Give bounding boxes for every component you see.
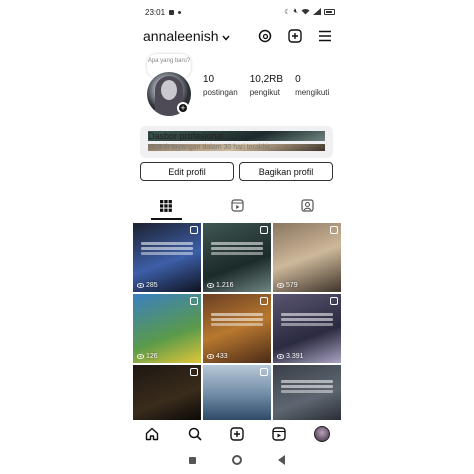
profile-section: Apa yang baru? + 10 postingan 10,2RB pen…: [145, 54, 335, 120]
tagged-icon: [301, 199, 314, 217]
recents-icon[interactable]: [189, 456, 196, 464]
battery-icon: [324, 9, 335, 15]
post-thumbnail[interactable]: [203, 365, 271, 420]
professional-dashboard[interactable]: Dasbor profesional 10,8 rb tayangan dala…: [140, 126, 333, 158]
posts-grid: 285 1.216 579 126 433 3.391: [133, 223, 341, 420]
profile-stats: 10 postingan 10,2RB pengikut 0 mengikuti: [203, 74, 329, 97]
dot-icon: [178, 10, 182, 14]
post-thumbnail[interactable]: 126: [133, 294, 201, 363]
reel-indicator-icon: [260, 297, 268, 305]
reel-indicator-icon: [260, 226, 268, 234]
reel-indicator-icon: [190, 297, 198, 305]
reel-indicator-icon: [330, 226, 338, 234]
note-placeholder: Apa yang baru?: [147, 58, 191, 64]
views-eye-icon: [137, 354, 144, 359]
create-plus-icon[interactable]: [287, 28, 303, 44]
menu-icon[interactable]: [317, 28, 333, 44]
dashboard-subtitle: 10,8 rb tayangan dalam 30 hari terakhir.: [148, 144, 325, 151]
dashboard-title: Dasbor profesional: [148, 131, 325, 141]
wifi-icon: [301, 8, 310, 17]
views-eye-icon: [207, 354, 214, 359]
profile-header: annaleenish: [143, 26, 333, 46]
tab-posts-grid[interactable]: [131, 196, 202, 220]
reels-icon: [230, 199, 244, 217]
back-icon[interactable]: [278, 455, 285, 465]
system-navigation: [131, 450, 343, 470]
status-bar: 23:01 ☾ 🔇︎: [145, 6, 335, 18]
username: annaleenish: [143, 28, 219, 44]
tab-reels[interactable]: [202, 196, 273, 220]
view-count: 433: [207, 353, 228, 360]
reels-nav-icon[interactable]: [271, 426, 287, 442]
post-thumbnail[interactable]: 285: [133, 223, 201, 292]
reel-indicator-icon: [260, 368, 268, 376]
status-time: 23:01: [145, 7, 166, 17]
chevron-down-icon: [221, 28, 230, 44]
stat-following[interactable]: 0 mengikuti: [295, 74, 329, 97]
post-thumbnail[interactable]: [133, 365, 201, 420]
share-profile-button[interactable]: Bagikan profil: [239, 162, 333, 181]
stat-followers[interactable]: 10,2RB pengikut: [250, 74, 283, 97]
reel-indicator-icon: [190, 368, 198, 376]
home-circle-icon[interactable]: [232, 455, 242, 465]
avatar: [313, 426, 330, 442]
views-eye-icon: [277, 283, 284, 288]
post-thumbnail[interactable]: 433: [203, 294, 271, 363]
post-thumbnail[interactable]: 3.391: [273, 294, 341, 363]
profile-nav-avatar[interactable]: [313, 426, 330, 442]
view-count: 3.391: [277, 353, 304, 360]
view-count: 126: [137, 353, 158, 360]
view-count: 1.216: [207, 282, 234, 289]
create-icon[interactable]: [229, 426, 245, 442]
post-thumbnail[interactable]: 579: [273, 223, 341, 292]
stat-posts[interactable]: 10 postingan: [203, 74, 238, 97]
home-icon[interactable]: [144, 426, 160, 442]
mute-icon: 🔇︎: [293, 8, 298, 15]
post-thumbnail[interactable]: 1.216: [203, 223, 271, 292]
threads-icon[interactable]: [257, 28, 273, 44]
search-icon[interactable]: [187, 426, 203, 442]
view-count: 579: [277, 282, 298, 289]
edit-profile-button[interactable]: Edit profil: [140, 162, 234, 181]
add-story-icon[interactable]: +: [177, 102, 189, 114]
content-tabs: [131, 196, 343, 220]
signal-icon: [313, 7, 321, 17]
moon-icon: ☾: [284, 9, 291, 16]
views-eye-icon: [277, 354, 284, 359]
tab-tagged[interactable]: [272, 196, 343, 220]
bottom-navigation: [131, 422, 343, 446]
reel-indicator-icon: [190, 226, 198, 234]
post-thumbnail[interactable]: [273, 365, 341, 420]
views-eye-icon: [137, 283, 144, 288]
profile-actions: Edit profil Bagikan profil: [140, 162, 333, 181]
account-switcher[interactable]: annaleenish: [143, 28, 230, 44]
grid-icon: [160, 199, 173, 217]
notification-square-icon: [169, 9, 175, 15]
views-eye-icon: [207, 283, 214, 288]
view-count: 285: [137, 282, 158, 289]
reel-indicator-icon: [330, 297, 338, 305]
